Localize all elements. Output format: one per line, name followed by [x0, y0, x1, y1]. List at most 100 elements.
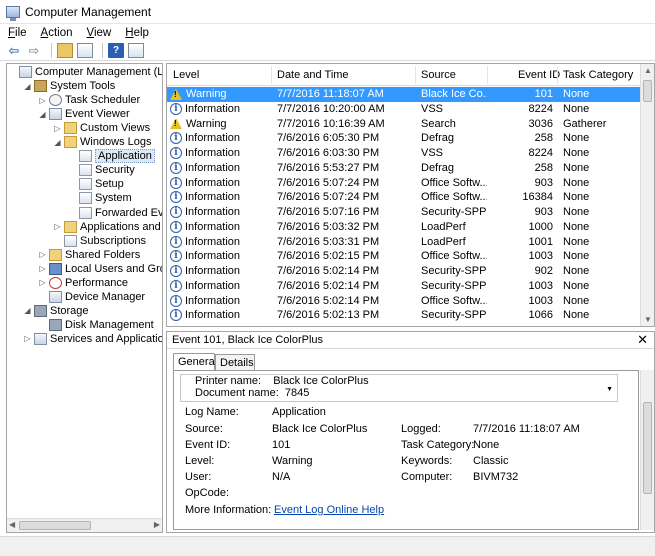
scroll-up-arrow-icon[interactable]: ▲ — [644, 66, 652, 75]
tree-item-shared-folders[interactable]: ▷ Shared Folders — [38, 248, 140, 262]
scroll-left-arrow-icon[interactable]: ◀ — [9, 520, 15, 529]
menu-action[interactable]: Action — [41, 27, 73, 39]
status-bar — [0, 536, 655, 556]
column-level[interactable]: Level — [173, 69, 199, 81]
expand-arrow-icon[interactable]: ▷ — [38, 278, 47, 287]
chevron-down-icon[interactable]: ▼ — [606, 384, 613, 396]
computer-icon — [19, 66, 32, 78]
tree-item-subscriptions[interactable]: Subscriptions — [53, 234, 146, 248]
tree-item-performance[interactable]: ▷ Performance — [38, 276, 128, 290]
collapse-arrow-icon[interactable]: ◢ — [38, 110, 47, 119]
column-divider[interactable] — [557, 66, 558, 84]
detail-vertical-scrollbar[interactable] — [640, 370, 654, 530]
table-row[interactable]: i Information 7/6/2016 6:03:30 PM VSS 8224 No… — [167, 146, 642, 161]
expand-arrow-icon[interactable]: ▷ — [38, 96, 47, 105]
menu-view[interactable]: View — [87, 27, 112, 39]
table-row[interactable]: i Information 7/6/2016 5:07:24 PM Office So… — [167, 190, 642, 205]
table-row[interactable]: i Information 7/6/2016 5:02:14 PM Office So… — [167, 294, 642, 309]
warning-icon — [170, 88, 182, 100]
tree-item-system[interactable]: System — [68, 191, 132, 205]
tree-item-computer-management-local[interactable]: Computer Management (Local — [8, 65, 162, 79]
menu-help[interactable]: Help — [125, 27, 149, 39]
scroll-down-arrow-icon[interactable]: ▼ — [644, 315, 652, 324]
source-cell: Office Softw... — [421, 176, 487, 189]
event-id-cell: 16384 — [522, 191, 553, 204]
expand-arrow-icon[interactable]: ▷ — [53, 124, 62, 133]
tree-item-event-viewer[interactable]: ◢ Event Viewer — [38, 107, 130, 121]
event-message-box[interactable]: Printer name: Black Ice ColorPlus Docume… — [180, 374, 618, 402]
tree-item-system-tools[interactable]: ◢ System Tools — [23, 79, 115, 93]
table-row[interactable]: i Information 7/6/2016 5:03:31 PM LoadPerf 1… — [167, 235, 642, 250]
event-list[interactable]: Level Date and Time Source Event ID Task Cat… — [166, 63, 655, 327]
collapse-arrow-icon[interactable]: ◢ — [23, 306, 32, 315]
scroll-right-arrow-icon[interactable]: ▶ — [154, 520, 160, 529]
column-event-id[interactable]: Event ID — [518, 69, 560, 81]
column-divider[interactable] — [487, 66, 488, 84]
scrollbar-thumb[interactable] — [643, 80, 652, 102]
table-row[interactable]: i Information 7/6/2016 5:02:14 PM Security-… — [167, 264, 642, 279]
collapse-arrow-icon[interactable]: ◢ — [23, 82, 32, 91]
table-row[interactable]: i Information 7/6/2016 5:53:27 PM Defrag 258… — [167, 161, 642, 176]
menu-file[interactable]: File — [8, 27, 27, 39]
up-folder-icon[interactable] — [57, 43, 73, 58]
scrollbar-thumb[interactable] — [643, 402, 652, 494]
expand-arrow-icon[interactable]: ▷ — [38, 264, 47, 273]
tree-item-label: Custom Views — [80, 122, 151, 135]
task-category-cell: None — [563, 220, 590, 233]
tree-item-security[interactable]: Security — [68, 163, 135, 177]
tree-item-label: Security — [95, 164, 135, 177]
expand-arrow-icon[interactable]: ▷ — [23, 334, 32, 343]
close-icon[interactable]: ✕ — [637, 332, 648, 348]
table-row[interactable]: i Information 7/6/2016 5:02:13 PM Security-… — [167, 308, 642, 323]
tree-item-services-and-applications[interactable]: ▷ Services and Applications — [23, 332, 162, 346]
table-row[interactable]: i Information 7/6/2016 6:05:30 PM Defrag 258… — [167, 131, 642, 146]
tree-item-storage[interactable]: ◢ Storage — [23, 304, 89, 318]
level-label: Level: — [185, 455, 215, 467]
column-divider[interactable] — [271, 66, 272, 84]
column-divider[interactable] — [415, 66, 416, 84]
collapse-arrow-icon[interactable]: ◢ — [53, 138, 62, 147]
event-log-online-help-link[interactable]: Event Log Online Help — [274, 504, 384, 516]
tree-item-applications-and-se[interactable]: ▷ Applications and Se — [53, 220, 162, 234]
tree-item-custom-views[interactable]: ▷ Custom Views — [53, 121, 150, 135]
table-row[interactable]: i Information 7/6/2016 5:02:14 PM Security-… — [167, 279, 642, 294]
expand-arrow-icon[interactable]: ▷ — [53, 222, 62, 231]
tree-item-application[interactable]: Application — [68, 149, 155, 164]
column-source[interactable]: Source — [421, 69, 456, 81]
tree-item-local-users-and-groups[interactable]: ▷ Local Users and Groups — [38, 262, 162, 276]
tree-item-label: Subscriptions — [80, 234, 147, 247]
keywords-label: Keywords: — [401, 455, 453, 467]
table-row[interactable]: Warning 7/7/2016 11:18:07 AM Black Ice Co.… — [167, 87, 642, 102]
clock-icon — [49, 94, 62, 107]
column-date-and-time[interactable]: Date and Time — [277, 69, 349, 81]
table-row[interactable]: i Information 7/6/2016 5:02:15 PM Office So… — [167, 249, 642, 264]
tree-item-task-scheduler[interactable]: ▷ Task Scheduler — [38, 93, 140, 107]
table-row[interactable]: i Information 7/6/2016 5:07:16 PM Security-… — [167, 205, 642, 220]
column-task-category[interactable]: Task Category — [563, 69, 633, 81]
log-icon — [79, 178, 92, 191]
tab-details[interactable]: Details — [215, 354, 255, 371]
tree-item-forwarded-event[interactable]: Forwarded Event — [68, 206, 162, 220]
table-row[interactable]: i Information 7/6/2016 5:07:24 PM Office So… — [167, 176, 642, 191]
date-time-cell: 7/6/2016 5:53:27 PM — [277, 161, 380, 174]
tree-item-disk-management[interactable]: Disk Management — [38, 318, 154, 332]
information-icon: i — [170, 250, 182, 263]
expand-arrow-icon[interactable]: ▷ — [38, 250, 47, 259]
help-icon[interactable]: ? — [108, 43, 124, 58]
tree-item-windows-logs[interactable]: ◢ Windows Logs — [53, 135, 152, 149]
forward-arrow-icon[interactable]: ⇨ — [26, 43, 42, 58]
event-list-vertical-scrollbar[interactable]: ▲ ▼ — [640, 64, 654, 326]
table-row[interactable]: Warning 7/7/2016 10:16:39 AM Search 3036 Gat… — [167, 117, 642, 132]
level-cell: Warning — [170, 88, 270, 100]
show-hide-tree-icon[interactable] — [77, 43, 93, 58]
show-hide-action-pane-icon[interactable] — [128, 43, 144, 58]
back-arrow-icon[interactable]: ⇦ — [6, 43, 22, 58]
table-row[interactable]: i Information 7/7/2016 10:20:00 AM VSS 8224 N… — [167, 102, 642, 117]
tree-item-setup[interactable]: Setup — [68, 177, 124, 191]
task-category-label: Task Category: — [401, 439, 475, 451]
tree-horizontal-scrollbar[interactable]: ◀ ▶ — [7, 518, 162, 532]
tree-item-device-manager[interactable]: Device Manager — [38, 290, 145, 304]
scrollbar-thumb[interactable] — [19, 521, 91, 530]
table-row[interactable]: i Information 7/6/2016 5:03:32 PM LoadPerf 1… — [167, 220, 642, 235]
navigation-tree[interactable]: ◀ ▶ Computer Management (Local◢System To… — [6, 63, 163, 533]
